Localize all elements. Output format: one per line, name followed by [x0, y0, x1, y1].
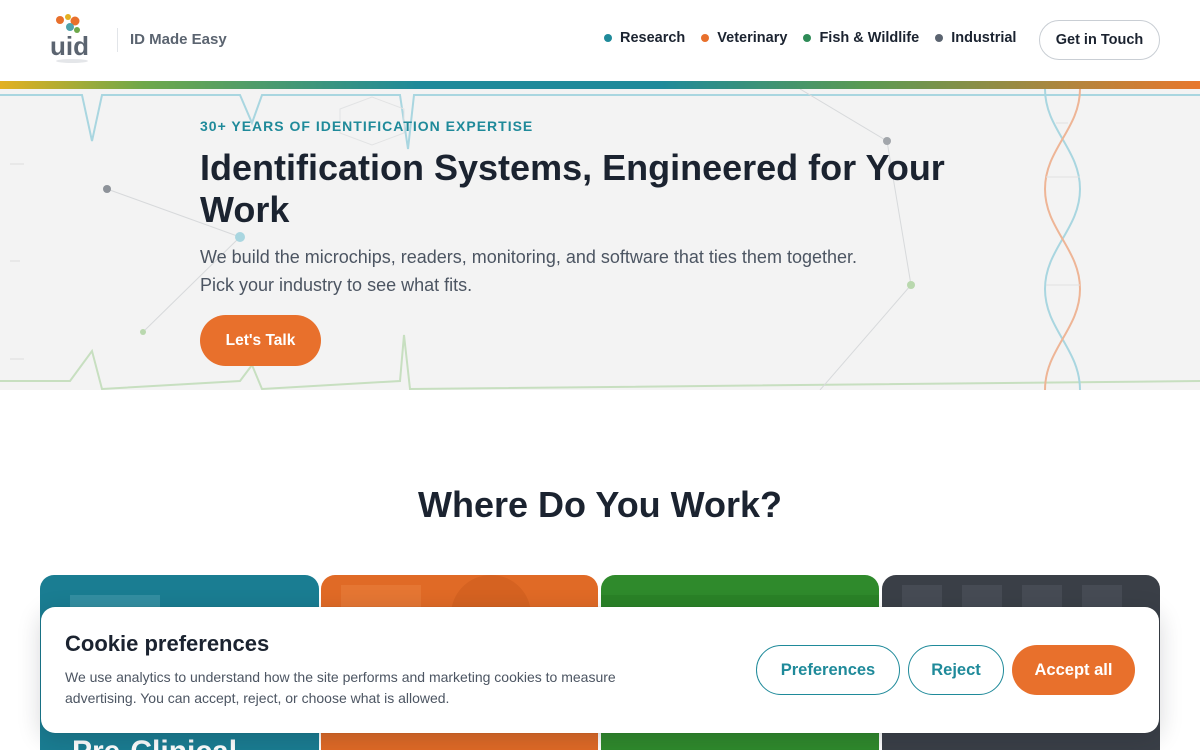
nav-label: Industrial: [951, 30, 1017, 46]
header-gradient-bar: [0, 81, 1200, 89]
nav-item-veterinary[interactable]: Veterinary: [701, 30, 787, 46]
nav-dot-icon: [935, 34, 944, 42]
hero-title: Identification Systems, Engineered for Y…: [200, 147, 945, 230]
main-nav: Research Veterinary Fish & Wildlife Indu…: [604, 30, 1016, 46]
cookie-title: Cookie preferences: [65, 631, 270, 656]
logo-wordmark: uid: [50, 31, 89, 61]
get-in-touch-button[interactable]: Get in Touch: [1039, 20, 1160, 60]
nav-dot-icon: [803, 34, 812, 42]
nav-item-industrial[interactable]: Industrial: [935, 30, 1016, 46]
nav-item-research[interactable]: Research: [604, 30, 685, 46]
hero-background-pattern: [0, 89, 1200, 390]
nav-label: Fish & Wildlife: [819, 30, 920, 46]
hero-description: We build the microchips, readers, monito…: [200, 247, 857, 295]
section-title: Where Do You Work?: [417, 484, 783, 525]
logo-divider: [117, 28, 118, 52]
cookie-banner: Cookie preferences We use analytics to u…: [41, 607, 1159, 733]
nav-dot-icon: [701, 34, 710, 42]
hero-eyebrow: 30+ YEARS OF IDENTIFICATION EXPERTISE: [200, 118, 534, 134]
cookie-preferences-button[interactable]: Preferences: [756, 645, 900, 695]
nav-label: Veterinary: [717, 30, 788, 46]
nav-label: Research: [620, 30, 686, 46]
uid-logo[interactable]: uid: [48, 12, 100, 64]
cookie-text: We use analytics to understand how the s…: [65, 669, 616, 706]
site-header: uid ID Made Easy Research Veterinary Fis…: [0, 0, 1200, 81]
cookie-accept-all-button[interactable]: Accept all: [1012, 645, 1135, 695]
nav-item-fish-wildlife[interactable]: Fish & Wildlife: [803, 30, 919, 46]
lets-talk-button[interactable]: Let's Talk: [200, 315, 321, 366]
cookie-reject-button[interactable]: Reject: [908, 645, 1004, 695]
card-label: Pre-Clinical: [72, 735, 237, 750]
tagline: ID Made Easy: [130, 31, 227, 48]
logo-icon: uid: [50, 14, 89, 63]
nav-dot-icon: [604, 34, 612, 42]
hero-section: 30+ YEARS OF IDENTIFICATION EXPERTISE Id…: [0, 89, 1200, 390]
